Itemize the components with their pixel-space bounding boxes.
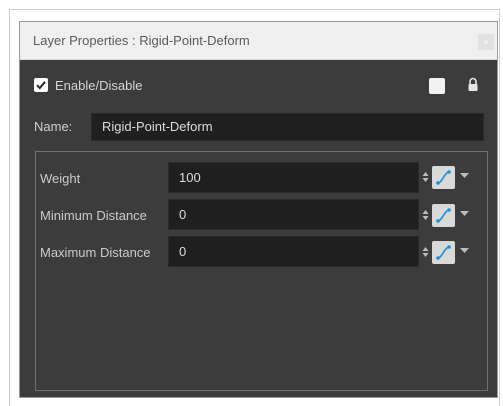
function-curve-icon [436,208,451,223]
name-label: Name: [34,119,73,134]
minimum-distance-dropdown-arrow-icon[interactable] [460,211,469,217]
lock-icon[interactable] [467,77,479,93]
name-field[interactable]: Rigid-Point-Deform [91,113,484,141]
maximum-distance-spin-arrows-icon[interactable] [422,246,429,258]
enable-label: Enable/Disable [55,78,143,93]
function-curve-icon [436,245,451,260]
minimum-distance-function-button[interactable] [432,204,455,227]
title-bar[interactable]: Layer Properties : Rigid-Point-Deform × [20,22,497,60]
weight-dropdown-arrow-icon[interactable] [460,173,469,179]
weight-spin-arrows-icon[interactable] [422,171,429,183]
window-title: Layer Properties : Rigid-Point-Deform [33,33,250,48]
weight-field[interactable]: 100 [168,162,419,193]
function-curve-icon [436,170,451,185]
minimum-distance-field[interactable]: 0 [168,199,419,230]
minimum-distance-label: Minimum Distance [40,208,147,223]
minimum-distance-spin-arrows-icon[interactable] [422,209,429,221]
maximum-distance-field[interactable]: 0 [168,236,419,267]
weight-function-button[interactable] [432,166,455,189]
maximum-distance-dropdown-arrow-icon[interactable] [460,248,469,254]
checkbox-check-icon [36,81,46,90]
maximum-distance-label: Maximum Distance [40,245,151,260]
enable-checkbox[interactable] [34,78,48,92]
layer-properties-window: Layer Properties : Rigid-Point-Deform × … [19,21,498,398]
maximum-distance-function-button[interactable] [432,241,455,264]
close-button[interactable]: × [478,34,494,50]
color-swatch-icon[interactable] [429,78,445,94]
weight-label: Weight [40,171,81,186]
